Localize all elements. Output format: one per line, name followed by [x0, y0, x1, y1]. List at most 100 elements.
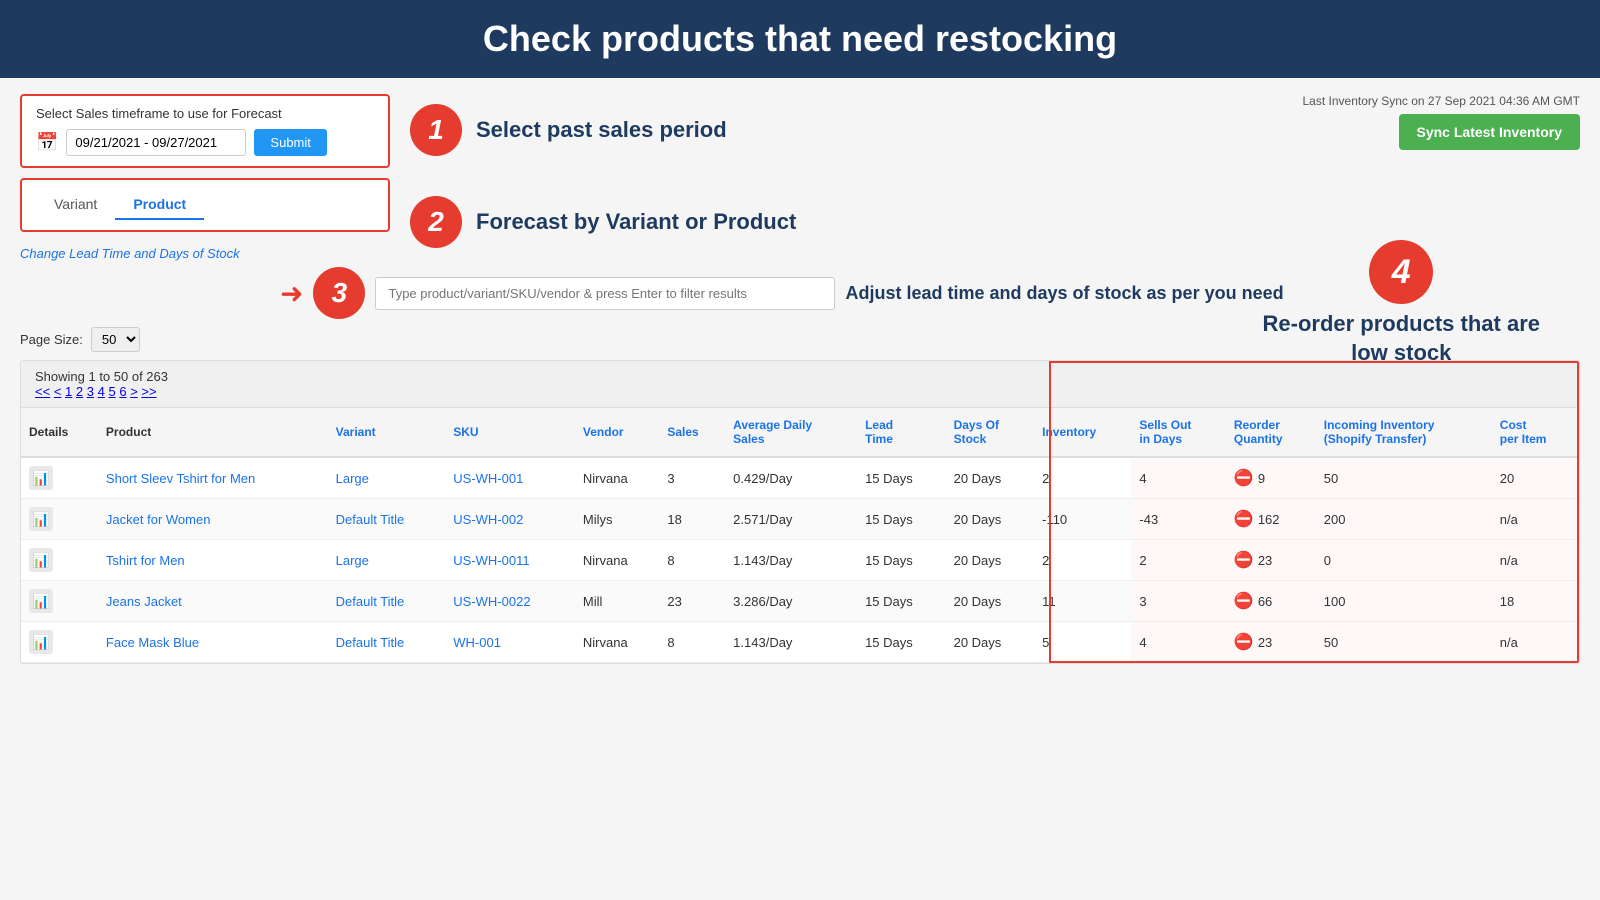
- table-container: Showing 1 to 50 of 263 << < 1 2 3 4 5 6 …: [20, 360, 1580, 664]
- cell-days-stock: 20 Days: [946, 540, 1035, 581]
- reorder-badge: ⛔9: [1234, 468, 1265, 488]
- cell-sales: 3: [659, 457, 725, 499]
- cell-lead-time: 15 Days: [857, 499, 946, 540]
- arrow-right-icon: ➜: [280, 277, 303, 310]
- annotation-text-3: Adjust lead time and days of stock as pe…: [845, 283, 1283, 304]
- sku-link[interactable]: US-WH-0011: [453, 553, 529, 568]
- page-first[interactable]: <<: [35, 384, 50, 399]
- cell-avg-daily: 1.143/Day: [725, 622, 857, 663]
- page-3[interactable]: 3: [87, 384, 94, 399]
- annotation-2: 2 Forecast by Variant or Product: [410, 196, 796, 248]
- cell-variant: Large: [328, 457, 446, 499]
- error-icon: ⛔: [1234, 632, 1254, 652]
- variant-link[interactable]: Default Title: [336, 635, 405, 650]
- cell-vendor: Milys: [575, 499, 659, 540]
- page-2[interactable]: 2: [76, 384, 83, 399]
- product-link[interactable]: Jacket for Women: [106, 512, 211, 527]
- cell-sku: US-WH-002: [445, 499, 575, 540]
- error-icon: ⛔: [1234, 468, 1254, 488]
- cell-incoming: 0: [1316, 540, 1492, 581]
- submit-button[interactable]: Submit: [254, 129, 326, 156]
- page-5[interactable]: 5: [108, 384, 115, 399]
- sku-link[interactable]: US-WH-002: [453, 512, 523, 527]
- cell-incoming: 50: [1316, 457, 1492, 499]
- cell-inventory: 11: [1034, 581, 1131, 622]
- cell-avg-daily: 3.286/Day: [725, 581, 857, 622]
- cell-reorder: ⛔23: [1226, 540, 1316, 581]
- cell-inventory: -110: [1034, 499, 1131, 540]
- variant-link[interactable]: Large: [336, 471, 369, 486]
- table-row: 📊 Short Sleev Tshirt for Men Large US-WH…: [21, 457, 1579, 499]
- product-link[interactable]: Face Mask Blue: [106, 635, 199, 650]
- cell-incoming: 200: [1316, 499, 1492, 540]
- chart-icon[interactable]: 📊: [29, 630, 53, 654]
- cell-details: 📊: [21, 457, 98, 499]
- pagination: << < 1 2 3 4 5 6 > >>: [35, 384, 1565, 399]
- chart-icon[interactable]: 📊: [29, 589, 53, 613]
- calendar-icon: 📅: [36, 132, 58, 153]
- annotation-text-2: Forecast by Variant or Product: [476, 209, 796, 235]
- reorder-badge: ⛔162: [1234, 509, 1280, 529]
- page-size-select[interactable]: 50: [91, 327, 140, 352]
- header-title: Check products that need restocking: [483, 18, 1117, 59]
- variant-product-box: Variant Product: [20, 178, 390, 232]
- sync-section: Last Inventory Sync on 27 Sep 2021 04:36…: [1303, 94, 1581, 150]
- cell-reorder: ⛔66: [1226, 581, 1316, 622]
- sku-link[interactable]: US-WH-0022: [453, 594, 530, 609]
- page-next[interactable]: >: [130, 384, 138, 399]
- col-product: Product: [98, 408, 328, 457]
- cell-days-stock: 20 Days: [946, 581, 1035, 622]
- col-sales: Sales: [659, 408, 725, 457]
- main-content: Last Inventory Sync on 27 Sep 2021 04:36…: [0, 78, 1600, 680]
- cell-vendor: Mill: [575, 581, 659, 622]
- col-sku: SKU: [445, 408, 575, 457]
- page-6[interactable]: 6: [119, 384, 126, 399]
- cell-cost: 18: [1492, 581, 1579, 622]
- page-1[interactable]: 1: [65, 384, 72, 399]
- product-link[interactable]: Short Sleev Tshirt for Men: [106, 471, 255, 486]
- table-row: 📊 Tshirt for Men Large US-WH-0011 Nirvan…: [21, 540, 1579, 581]
- cell-days-stock: 20 Days: [946, 499, 1035, 540]
- tab-variant[interactable]: Variant: [36, 190, 115, 220]
- timeframe-box: Select Sales timeframe to use for Foreca…: [20, 94, 390, 168]
- cell-avg-daily: 2.571/Day: [725, 499, 857, 540]
- lead-time-link[interactable]: Change Lead Time and Days of Stock: [20, 246, 390, 261]
- variant-link[interactable]: Default Title: [336, 594, 405, 609]
- timeframe-input[interactable]: [66, 129, 246, 156]
- cell-lead-time: 15 Days: [857, 457, 946, 499]
- cell-reorder: ⛔9: [1226, 457, 1316, 499]
- sku-link[interactable]: WH-001: [453, 635, 501, 650]
- cell-reorder: ⛔23: [1226, 622, 1316, 663]
- cell-incoming: 50: [1316, 622, 1492, 663]
- cell-cost: n/a: [1492, 540, 1579, 581]
- product-link[interactable]: Jeans Jacket: [106, 594, 182, 609]
- tab-product[interactable]: Product: [115, 190, 204, 220]
- cell-product: Tshirt for Men: [98, 540, 328, 581]
- chart-icon[interactable]: 📊: [29, 507, 53, 531]
- sku-link[interactable]: US-WH-001: [453, 471, 523, 486]
- cell-variant: Default Title: [328, 499, 446, 540]
- variant-link[interactable]: Large: [336, 553, 369, 568]
- col-variant: Variant: [328, 408, 446, 457]
- table-row: 📊 Jacket for Women Default Title US-WH-0…: [21, 499, 1579, 540]
- page-last[interactable]: >>: [141, 384, 156, 399]
- cell-sells-out: 3: [1131, 581, 1226, 622]
- chart-icon[interactable]: 📊: [29, 466, 53, 490]
- left-controls: Select Sales timeframe to use for Foreca…: [20, 94, 390, 261]
- variant-link[interactable]: Default Title: [336, 512, 405, 527]
- table-info: Showing 1 to 50 of 263 << < 1 2 3 4 5 6 …: [21, 361, 1579, 408]
- cell-product: Face Mask Blue: [98, 622, 328, 663]
- step-2-bubble: 2: [410, 196, 462, 248]
- cell-details: 📊: [21, 581, 98, 622]
- cell-sells-out: -43: [1131, 499, 1226, 540]
- error-icon: ⛔: [1234, 509, 1254, 529]
- page-prev[interactable]: <: [54, 384, 62, 399]
- chart-icon[interactable]: 📊: [29, 548, 53, 572]
- table-row: 📊 Jeans Jacket Default Title US-WH-0022 …: [21, 581, 1579, 622]
- showing-text: Showing 1 to 50 of 263: [35, 369, 1565, 384]
- sync-button[interactable]: Sync Latest Inventory: [1399, 114, 1581, 150]
- product-link[interactable]: Tshirt for Men: [106, 553, 185, 568]
- page-4[interactable]: 4: [98, 384, 105, 399]
- cell-vendor: Nirvana: [575, 540, 659, 581]
- search-input[interactable]: [375, 277, 835, 310]
